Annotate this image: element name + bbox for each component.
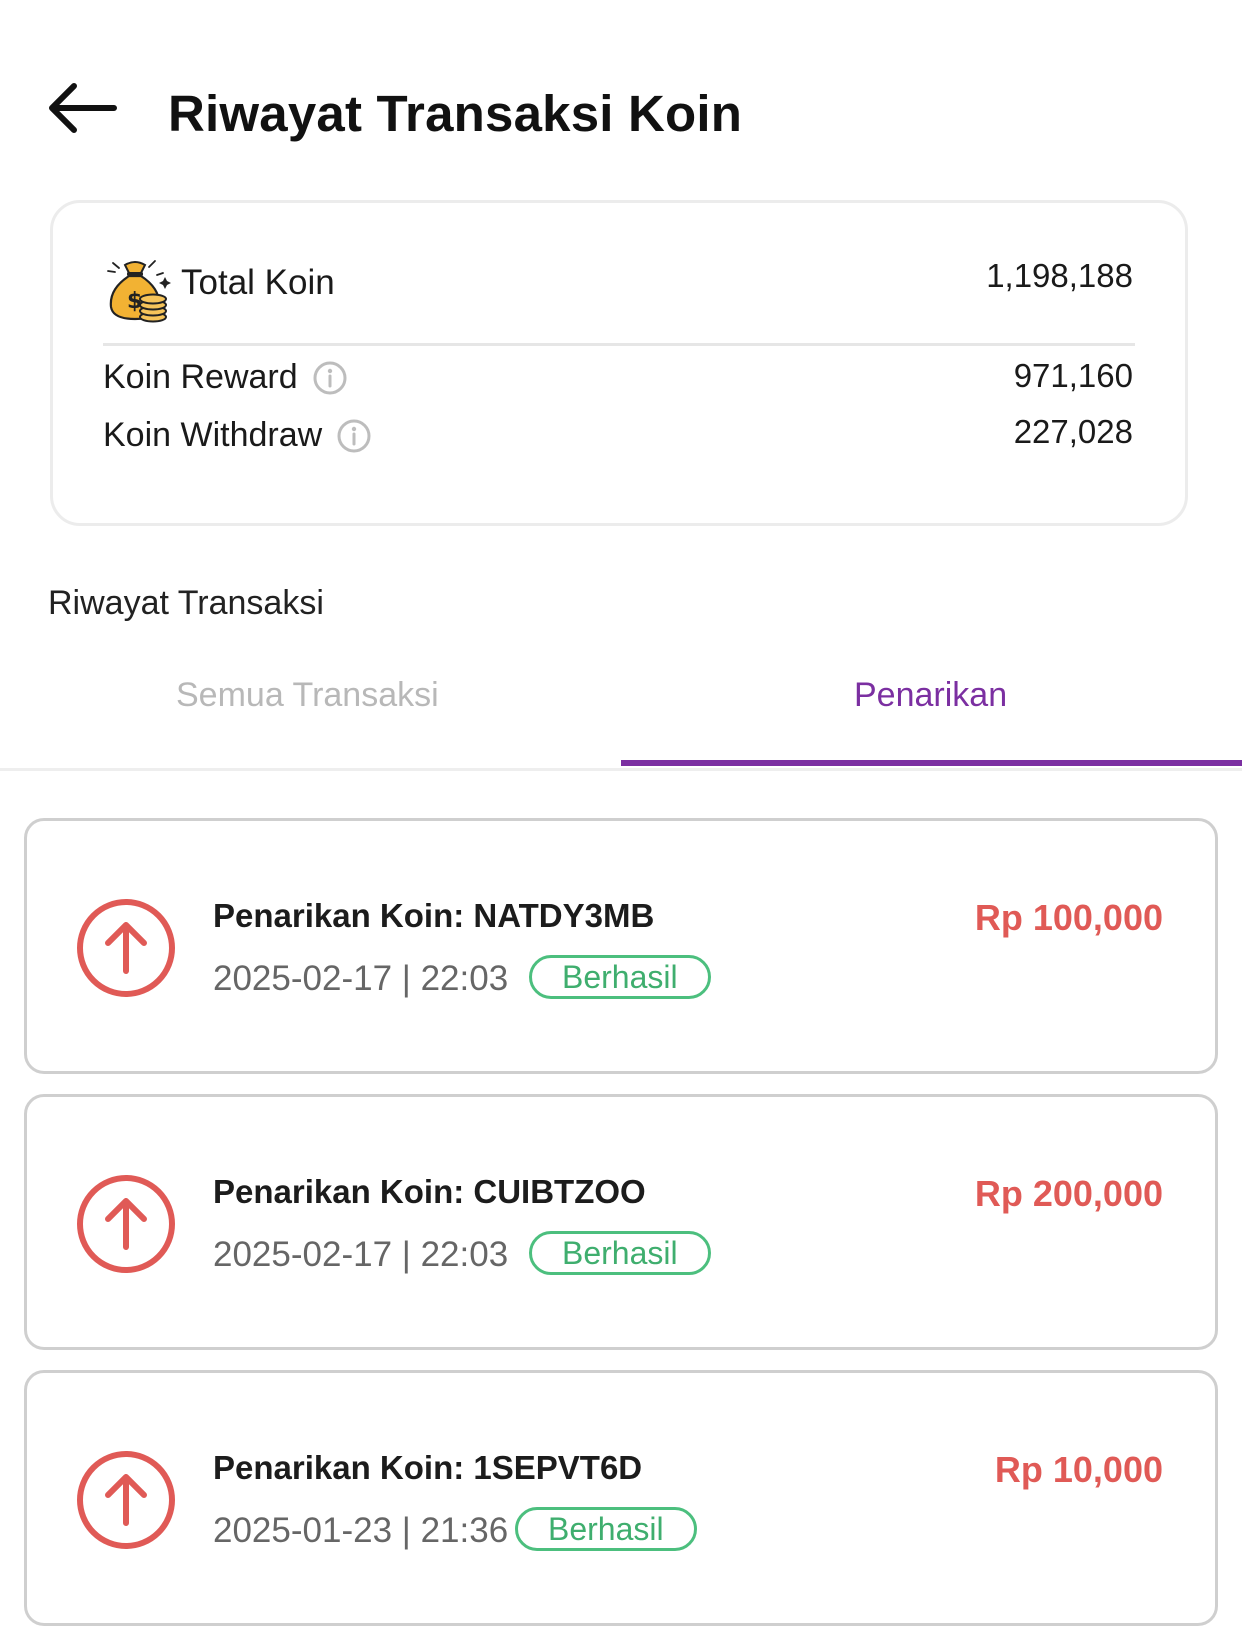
tab-all-transactions[interactable]: Semua Transaksi xyxy=(176,676,439,715)
arrow-up-circle-icon xyxy=(77,899,175,997)
transaction-title: Penarikan Koin: NATDY3MB xyxy=(213,897,655,934)
transaction-amount: Rp 100,000 xyxy=(974,897,1163,938)
transaction-datetime: 2025-02-17 | 22:03 xyxy=(213,1235,509,1274)
reward-value: 971,160 xyxy=(1013,357,1133,394)
transaction-amount: Rp 200,000 xyxy=(974,1173,1163,1214)
app-header: Riwayat Transaksi Koin xyxy=(0,0,1242,180)
coin-summary-card: $ Total Koin 1,198,188 Koin Reward 971,1… xyxy=(50,200,1188,526)
transaction-title: Penarikan Koin: CUIBTZOO xyxy=(213,1173,646,1210)
money-bag-icon: $ xyxy=(107,260,171,323)
back-button[interactable] xyxy=(44,78,120,138)
total-coin-label: Total Koin xyxy=(181,263,335,302)
transaction-datetime: 2025-02-17 | 22:03 xyxy=(213,959,509,998)
withdraw-row: Koin Withdraw xyxy=(103,416,372,455)
transaction-card[interactable]: Penarikan Koin: 1SEPVT6D 2025-01-23 | 21… xyxy=(24,1370,1218,1626)
status-badge: Berhasil xyxy=(529,1231,711,1275)
reward-row: Koin Reward xyxy=(103,358,348,397)
transaction-tabs: Semua Transaksi Penarikan xyxy=(0,640,1242,771)
transaction-card[interactable]: Penarikan Koin: CUIBTZOO 2025-02-17 | 22… xyxy=(24,1094,1218,1350)
transaction-card[interactable]: Penarikan Koin: NATDY3MB 2025-02-17 | 22… xyxy=(24,818,1218,1074)
summary-divider xyxy=(103,343,1135,346)
reward-label: Koin Reward xyxy=(103,358,298,396)
arrow-up-circle-icon xyxy=(77,1175,175,1273)
transaction-amount: Rp 10,000 xyxy=(994,1449,1163,1490)
arrow-up-circle-icon xyxy=(77,1451,175,1549)
withdraw-label: Koin Withdraw xyxy=(103,416,323,454)
total-coin-value: 1,198,188 xyxy=(986,257,1133,294)
tab-withdrawals[interactable]: Penarikan xyxy=(854,676,1007,715)
active-tab-indicator xyxy=(621,760,1242,766)
withdraw-value: 227,028 xyxy=(1013,413,1133,450)
info-icon[interactable] xyxy=(312,360,348,396)
page-title: Riwayat Transaksi Koin xyxy=(168,85,743,142)
transaction-datetime: 2025-01-23 | 21:36 xyxy=(213,1511,509,1550)
transaction-title: Penarikan Koin: 1SEPVT6D xyxy=(213,1449,643,1486)
section-title: Riwayat Transaksi xyxy=(48,584,324,622)
status-badge: Berhasil xyxy=(529,955,711,999)
info-icon[interactable] xyxy=(336,418,372,454)
arrow-left-icon xyxy=(49,83,117,133)
status-badge: Berhasil xyxy=(515,1507,697,1551)
